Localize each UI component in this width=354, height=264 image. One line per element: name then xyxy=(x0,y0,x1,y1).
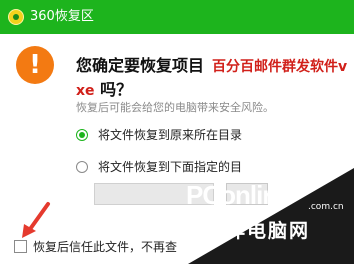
question-line-2: xe 吗？ xyxy=(76,76,132,100)
warning-icon: ! xyxy=(16,46,54,84)
restore-original-label: 将文件恢复到原来所在目录 xyxy=(98,128,243,142)
question-line-1: 您确定要恢复项目 百分百邮件群发软件v xyxy=(76,52,347,76)
radio-button-checked[interactable] xyxy=(76,128,88,141)
watermark-domain: .com.cn xyxy=(308,202,344,212)
watermark-tagline: 太平洋电脑网 xyxy=(184,220,311,242)
title-bar: 360恢复区 xyxy=(0,0,354,34)
risk-warning-text: 恢复后可能会给您的电脑带来安全风险。 xyxy=(76,101,274,114)
question-suffix: 吗？ xyxy=(100,80,133,99)
question-text: 您确定要恢复项目 xyxy=(76,56,205,75)
trust-file-option[interactable]: 恢复后信任此文件，不再查 xyxy=(14,238,177,255)
restore-original-option[interactable]: 将文件恢复到原来所在目录 xyxy=(76,126,242,143)
pconline-watermark: PConline .com.cn 太平洋电脑网 xyxy=(168,168,354,264)
filename-part-2: xe xyxy=(76,83,95,99)
window-title: 360恢复区 xyxy=(30,9,94,24)
trust-checkbox[interactable] xyxy=(14,240,27,253)
filename-part-1: 百分百邮件群发软件v xyxy=(212,59,348,75)
red-arrow-icon xyxy=(22,202,50,238)
watermark-brand: PConline xyxy=(186,180,292,210)
radio-button-unchecked[interactable] xyxy=(76,160,88,173)
360-logo-icon xyxy=(8,9,24,25)
trust-label: 恢复后信任此文件，不再查 xyxy=(33,240,178,254)
